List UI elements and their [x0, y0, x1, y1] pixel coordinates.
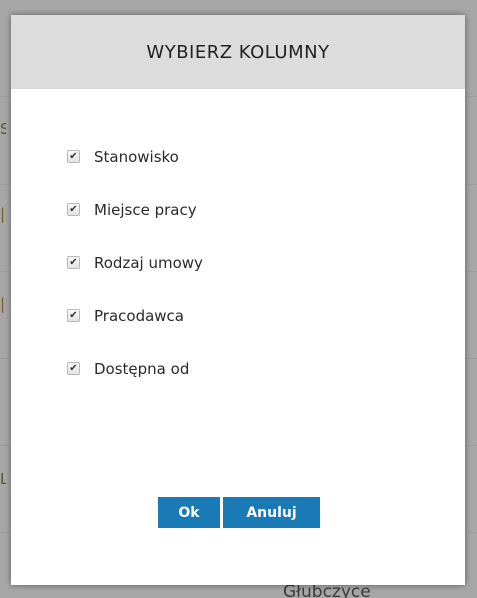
dialog-buttons: Ok Anuluj	[158, 497, 320, 528]
column-option-pracodawca[interactable]: ✔ Pracodawca	[67, 289, 203, 342]
ok-button[interactable]: Ok	[158, 497, 220, 528]
column-option-miejsce-pracy[interactable]: ✔ Miejsce pracy	[67, 183, 203, 236]
checkbox[interactable]: ✔	[67, 256, 80, 269]
checkbox[interactable]: ✔	[67, 309, 80, 322]
dialog-title: WYBIERZ KOLUMNY	[146, 41, 330, 63]
option-label: Stanowisko	[94, 147, 179, 166]
option-label: Miejsce pracy	[94, 200, 197, 219]
checkbox[interactable]: ✔	[67, 150, 80, 163]
background-edge-fragment: |	[0, 295, 6, 313]
cancel-button[interactable]: Anuluj	[223, 497, 320, 528]
checkbox[interactable]: ✔	[67, 203, 80, 216]
option-label: Dostępna od	[94, 359, 190, 378]
background-edge-fragment: |	[0, 205, 6, 223]
column-picker-dialog: WYBIERZ KOLUMNY ✔ Stanowisko ✔ Miejsce p…	[11, 15, 465, 585]
dialog-header: WYBIERZ KOLUMNY	[11, 15, 465, 89]
column-option-stanowisko[interactable]: ✔ Stanowisko	[67, 130, 203, 183]
option-label: Pracodawca	[94, 306, 184, 325]
column-option-rodzaj-umowy[interactable]: ✔ Rodzaj umowy	[67, 236, 203, 289]
checkbox[interactable]: ✔	[67, 362, 80, 375]
option-label: Rodzaj umowy	[94, 253, 203, 272]
background-edge-fragment: S	[0, 120, 6, 138]
background-edge-fragment: L	[0, 470, 6, 488]
column-option-dostepna-od[interactable]: ✔ Dostępna od	[67, 342, 203, 395]
column-options-list: ✔ Stanowisko ✔ Miejsce pracy ✔ Rodzaj um…	[67, 130, 203, 395]
